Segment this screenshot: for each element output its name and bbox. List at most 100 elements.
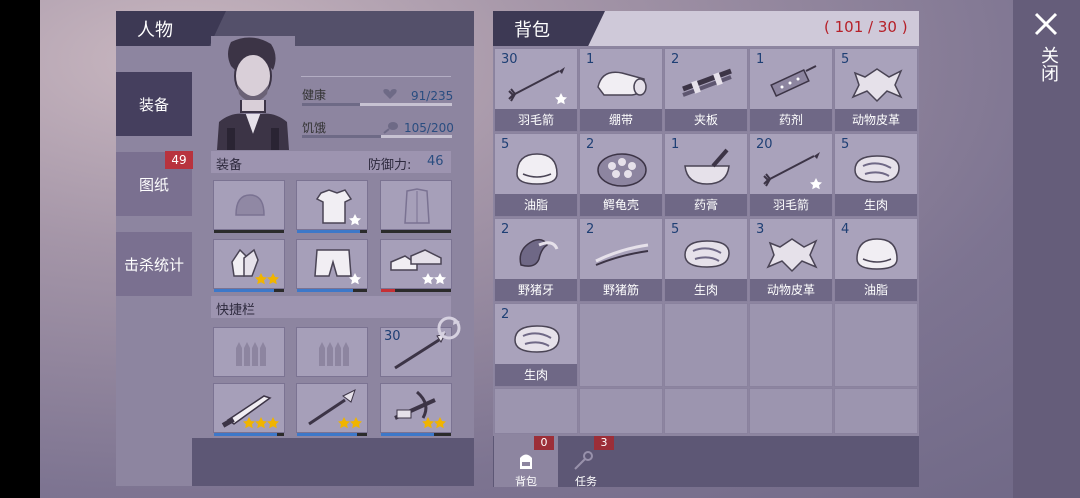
- inventory-slot[interactable]: 5 生肉: [834, 133, 918, 217]
- inventory-slot-empty[interactable]: [579, 303, 663, 387]
- health-bar: [302, 103, 452, 106]
- item-name: 动物皮革: [750, 279, 832, 301]
- inventory-slot[interactable]: 30 羽毛箭: [494, 48, 578, 132]
- inventory-slot-empty[interactable]: [664, 388, 748, 434]
- swap-icon[interactable]: [436, 316, 462, 340]
- item-qty: 1: [671, 137, 680, 152]
- inventory-slot-empty[interactable]: [834, 303, 918, 387]
- character-footer: [192, 438, 474, 486]
- inventory-slot-empty[interactable]: [749, 303, 833, 387]
- hunger-bar: [302, 135, 452, 138]
- ammo-icon: [236, 342, 266, 366]
- item-qty: 5: [841, 52, 850, 67]
- equip-slot-outer[interactable]: [380, 180, 452, 233]
- equip-slot-body[interactable]: [296, 180, 368, 233]
- quick-slot-3-qty: 30: [384, 329, 401, 344]
- equipment-header: [211, 151, 451, 173]
- inventory-slot[interactable]: 5 油脂: [494, 133, 578, 217]
- inventory-slot[interactable]: 5 动物皮革: [834, 48, 918, 132]
- tab-backpack[interactable]: 0 背包: [494, 436, 558, 488]
- screen-edge: [0, 0, 40, 498]
- item-name: 鳄龟壳: [580, 194, 662, 216]
- item-name: 绷带: [580, 109, 662, 131]
- item-name: 野猪牙: [495, 279, 577, 301]
- inventory-slot-empty[interactable]: [749, 388, 833, 434]
- inventory-slot-empty[interactable]: [664, 303, 748, 387]
- health-label: 健康: [302, 88, 327, 102]
- item-qty: 1: [756, 52, 765, 67]
- inventory-slot[interactable]: 5 生肉: [664, 218, 748, 302]
- character-portrait: [211, 36, 295, 150]
- inventory-slot[interactable]: 2 夹板: [664, 48, 748, 132]
- inventory-slot-empty[interactable]: [494, 388, 578, 434]
- stats-divider-top: [301, 76, 451, 77]
- inventory-slot[interactable]: 2 生肉: [494, 303, 578, 387]
- shoes-icon: [390, 249, 446, 285]
- inventory-slot-empty[interactable]: [579, 388, 663, 434]
- tab-tasks-label: 任务: [575, 475, 597, 488]
- health-value: 91/235: [411, 89, 454, 103]
- inventory-slot[interactable]: 20 羽毛箭: [749, 133, 833, 217]
- equip-slot-feet[interactable]: [380, 239, 452, 292]
- inventory-slot[interactable]: 2 鳄龟壳: [579, 133, 663, 217]
- item-name: 夹板: [665, 109, 747, 131]
- tab-kill-stats[interactable]: 击杀统计: [116, 232, 192, 296]
- item-name: 油脂: [835, 279, 917, 301]
- inventory-slot[interactable]: 4 油脂: [834, 218, 918, 302]
- hunger-value: 105/200: [404, 121, 454, 135]
- inventory-slot[interactable]: 2 野猪筋: [579, 218, 663, 302]
- tab-kill-stats-label: 击杀统计: [123, 256, 184, 274]
- quick-slot-6[interactable]: [380, 383, 452, 436]
- tab-equipment-label: 装备: [138, 96, 169, 114]
- backpack-count: ( 101 / 30 ): [824, 18, 908, 36]
- hunger-label: 饥饿: [302, 121, 327, 135]
- defense-value: 46: [427, 154, 444, 169]
- spear-tip-icon: [308, 389, 362, 429]
- item-qty: 5: [671, 222, 680, 237]
- inventory-slot[interactable]: 2 野猪牙: [494, 218, 578, 302]
- quick-slot-5[interactable]: [296, 383, 368, 436]
- quickbar-label: 快捷栏: [216, 303, 256, 318]
- equip-slot-legs[interactable]: [296, 239, 368, 292]
- close-icon[interactable]: [1032, 10, 1060, 38]
- item-name: 药膏: [665, 194, 747, 216]
- item-qty: 2: [501, 307, 510, 322]
- equip-slot-hands[interactable]: [213, 239, 285, 292]
- equip-slot-head[interactable]: [213, 180, 285, 233]
- tab-blueprints-label: 图纸: [138, 176, 169, 194]
- tasks-tab-badge: 3: [594, 436, 614, 450]
- item-qty: 2: [586, 222, 595, 237]
- quick-slot-2[interactable]: [296, 327, 368, 377]
- heart-icon: [383, 89, 397, 99]
- tab-tasks[interactable]: 3 任务: [558, 436, 622, 488]
- backpack-icon: [520, 454, 532, 469]
- jacket-icon: [404, 188, 430, 224]
- close-label[interactable]: 关闭: [1034, 46, 1059, 82]
- item-qty: 30: [501, 52, 518, 67]
- tab-equipment[interactable]: 装备: [116, 72, 192, 136]
- item-name: 生肉: [665, 279, 747, 301]
- item-qty: 1: [586, 52, 595, 67]
- item-name: 生肉: [835, 194, 917, 216]
- item-qty: 20: [756, 137, 773, 152]
- inventory-slot[interactable]: 3 动物皮革: [749, 218, 833, 302]
- item-qty: 2: [671, 52, 680, 67]
- item-name: 羽毛箭: [495, 109, 577, 131]
- shorts-icon: [314, 249, 361, 285]
- quick-slot-1[interactable]: [213, 327, 285, 377]
- item-name: 动物皮革: [835, 109, 917, 131]
- inventory-slot[interactable]: 1 药膏: [664, 133, 748, 217]
- backpack-tab-badge: 0: [534, 436, 554, 450]
- equipment-label: 装备: [216, 158, 243, 173]
- key-icon: [574, 451, 593, 470]
- inventory-slot[interactable]: 1 药剂: [749, 48, 833, 132]
- item-name: 羽毛箭: [750, 194, 832, 216]
- backpack-title: 背包: [514, 20, 550, 41]
- character-title: 人物: [137, 20, 173, 41]
- item-name: 药剂: [750, 109, 832, 131]
- defense-label: 防御力:: [368, 158, 412, 173]
- item-qty: 2: [501, 222, 510, 237]
- quick-slot-4[interactable]: [213, 383, 285, 436]
- inventory-slot[interactable]: 1 绷带: [579, 48, 663, 132]
- inventory-slot-empty[interactable]: [834, 388, 918, 434]
